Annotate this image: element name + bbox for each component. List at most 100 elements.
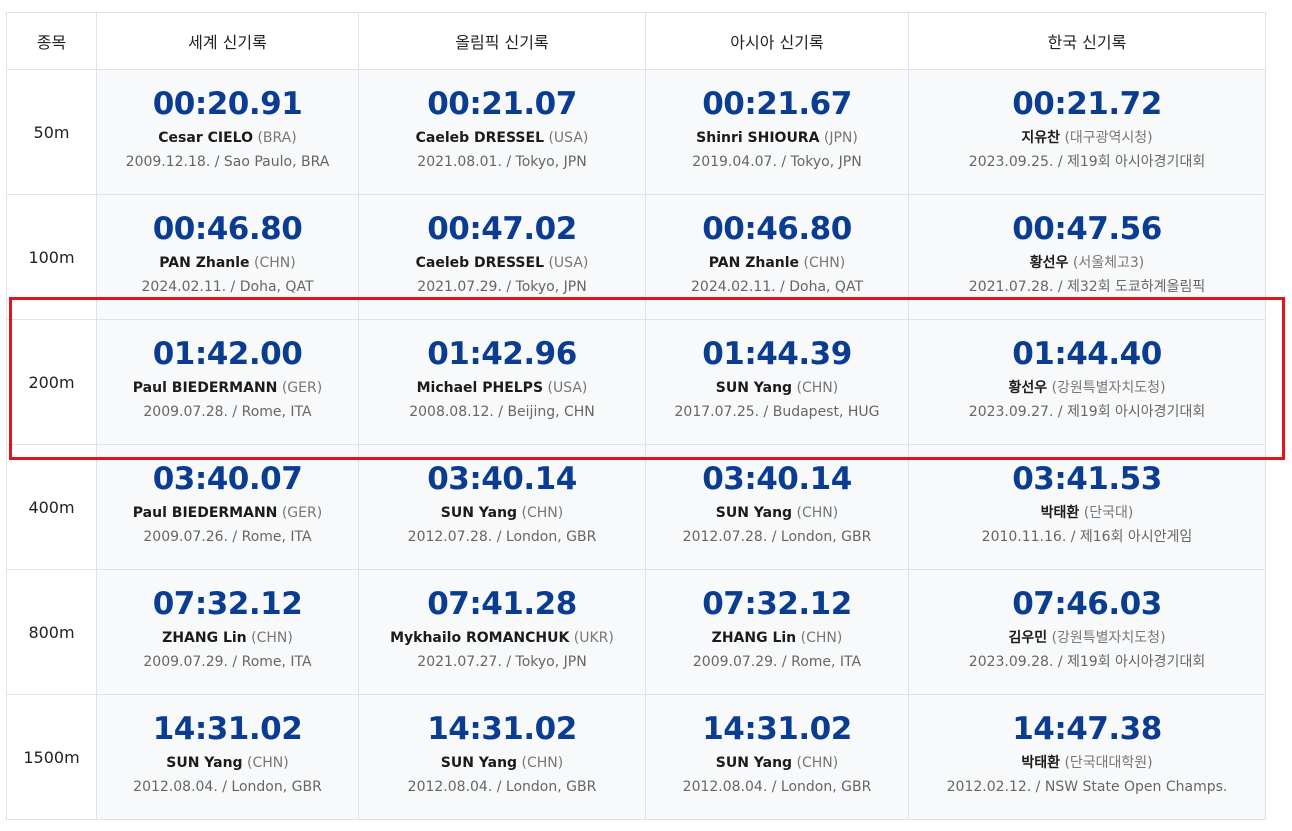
record-meta: 2008.08.12. / Beijing, CHN [359,405,645,419]
record-holder: PAN Zhanle (CHN) [646,256,908,270]
record-meta: 2019.04.07. / Tokyo, JPN [646,155,908,169]
record-date: 2021.07.28. [968,279,1054,295]
record-date: 2012.08.04. [133,779,218,795]
record-holder: SUN Yang (CHN) [646,381,908,395]
athlete-name: 황선우 [1008,380,1048,396]
record-place: Sao Paulo, BRA [223,154,330,170]
athlete-affiliation: (GER) [281,505,323,521]
record-time: 14:31.02 [702,711,852,747]
record-place: 제19회 아시아경기대회 [1067,404,1206,420]
athlete-affiliation: (단국대) [1083,505,1134,521]
record-entry: 07:32.12 ZHANG Lin (CHN) 2009.07.29. / Rom… [646,570,908,670]
olympic-record-cell: 07:41.28 Mykhailo ROMANCHUK (UKR) 2021.07.… [358,569,646,695]
athlete-affiliation: (BRA) [257,130,297,146]
column-header-asian-record: 아시아 신기록 [645,12,909,70]
record-holder: 황선우 (강원특별자치도청) [909,381,1265,395]
meta-separator: / [775,279,790,295]
athlete-affiliation: (CHN) [251,630,293,646]
table-row: 400m 03:40.07 Paul BIEDERMANN (GER) 2009.07… [6,444,1266,570]
asian-record-cell: 01:44.39 SUN Yang (CHN) 2017.07.25. / Buda… [645,319,909,445]
record-entry: 01:44.40 황선우 (강원특별자치도청) 2023.09.27. / 제19회… [909,320,1265,420]
meta-separator: / [227,654,242,670]
athlete-name: SUN Yang [715,755,793,771]
record-place: 제16회 아시안게임 [1079,529,1193,545]
record-date: 2024.02.11. [691,279,776,295]
record-time: 01:42.00 [152,336,303,372]
meta-separator: / [1053,279,1068,295]
record-meta: 2012.07.28. / London, GBR [646,530,908,544]
record-meta: 2021.07.29. / Tokyo, JPN [359,280,645,294]
record-meta: 2012.08.04. / London, GBR [97,780,358,794]
athlete-affiliation: (CHN) [796,505,839,521]
record-holder: Michael PHELPS (USA) [359,381,645,395]
record-date: 2021.07.27. [417,654,502,670]
athlete-name: Paul BIEDERMANN [132,505,278,521]
athlete-affiliation: (UKR) [573,630,614,646]
event-cell: 1500m [6,694,97,820]
record-meta: 2009.07.28. / Rome, ITA [97,405,358,419]
record-time: 07:32.12 [152,586,303,622]
meta-separator: / [776,154,791,170]
table-header: 종목 세계 신기록 올림픽 신기록 아시아 신기록 한국 신기록 [6,12,1266,70]
record-date: 2012.07.28. [682,529,768,545]
record-place: Budapest, HUG [772,404,880,420]
record-time: 00:47.56 [1012,211,1162,247]
record-entry: 00:21.72 지유찬 (대구광역시청) 2023.09.25. / 제19회 아… [909,70,1265,170]
record-place: Tokyo, JPN [515,154,587,170]
record-entry: 00:47.02 Caeleb DRESSEL (USA) 2021.07.29. … [359,195,645,295]
record-meta: 2009.12.18. / Sao Paulo, BRA [97,155,358,169]
record-meta: 2023.09.25. / 제19회 아시아경기대회 [909,155,1265,169]
record-time: 00:21.72 [1012,86,1162,122]
record-date: 2009.07.26. [143,529,228,545]
olympic-record-cell: 03:40.14 SUN Yang (CHN) 2012.07.28. / Lond… [358,444,646,570]
record-entry: 14:31.02 SUN Yang (CHN) 2012.08.04. / Lond… [359,695,645,795]
athlete-name: Paul BIEDERMANN [132,380,278,396]
record-meta: 2021.07.27. / Tokyo, JPN [359,655,645,669]
meta-separator: / [210,154,224,170]
record-entry: 14:47.38 박태환 (단국대대학원) 2012.02.12. / NSW St… [909,695,1265,795]
record-entry: 00:20.91 Cesar CIELO (BRA) 2009.12.18. / S… [97,70,358,170]
athlete-name: SUN Yang [440,505,518,521]
record-date: 2012.02.12. [946,779,1032,795]
record-date: 2010.11.16. [981,529,1067,545]
meta-separator: / [492,779,506,795]
record-holder: Caeleb DRESSEL (USA) [359,256,645,270]
meta-separator: / [1053,654,1068,670]
record-time: 00:20.91 [152,86,303,122]
athlete-name: PAN Zhanle [159,255,250,271]
asian-record-cell: 00:46.80 PAN Zhanle (CHN) 2024.02.11. / Do… [645,194,909,320]
athlete-affiliation: (USA) [548,130,589,146]
meta-separator: / [1053,154,1068,170]
athlete-affiliation: (서울체고3) [1072,255,1145,271]
meta-separator: / [501,654,516,670]
world-record-cell: 01:42.00 Paul BIEDERMANN (GER) 2009.07.28.… [96,319,359,445]
korean-record-cell: 14:47.38 박태환 (단국대대학원) 2012.02.12. / NSW St… [908,694,1266,820]
record-meta: 2017.07.25. / Budapest, HUG [646,405,908,419]
record-date: 2009.07.28. [143,404,228,420]
record-date: 2012.08.04. [407,779,493,795]
header-row: 종목 세계 신기록 올림픽 신기록 아시아 신기록 한국 신기록 [6,12,1266,70]
table-row: 50m 00:20.91 Cesar CIELO (BRA) 2009.12.18. … [6,69,1266,195]
table-row: 200m 01:42.00 Paul BIEDERMANN (GER) 2009.07… [6,319,1266,445]
table-row: 800m 07:32.12 ZHANG Lin (CHN) 2009.07.29. /… [6,569,1266,695]
korean-record-cell: 01:44.40 황선우 (강원특별자치도청) 2023.09.27. / 제19회… [908,319,1266,445]
record-date: 2023.09.27. [968,404,1054,420]
record-time: 00:21.07 [427,86,577,122]
record-meta: 2023.09.28. / 제19회 아시아경기대회 [909,655,1265,669]
record-date: 2024.02.11. [141,279,227,295]
event-cell: 100m [6,194,97,320]
record-place: Rome, ITA [241,654,312,670]
record-entry: 03:40.14 SUN Yang (CHN) 2012.07.28. / Lond… [359,445,645,545]
record-place: Tokyo, JPN [515,279,587,295]
record-time: 00:47.02 [427,211,577,247]
athlete-affiliation: (CHN) [521,755,564,771]
athlete-affiliation: (강원특별자치도청) [1051,380,1166,396]
record-date: 2012.08.04. [682,779,768,795]
record-time: 07:46.03 [1012,586,1162,622]
record-holder: ZHANG Lin (CHN) [646,631,908,645]
athlete-affiliation: (CHN) [521,505,564,521]
record-meta: 2012.02.12. / NSW State Open Champs. [909,780,1265,794]
record-place: Rome, ITA [241,404,312,420]
record-entry: 03:41.53 박태환 (단국대) 2010.11.16. / 제16회 아시안게… [909,445,1265,545]
world-record-cell: 00:46.80 PAN Zhanle (CHN) 2024.02.11. / Do… [96,194,359,320]
